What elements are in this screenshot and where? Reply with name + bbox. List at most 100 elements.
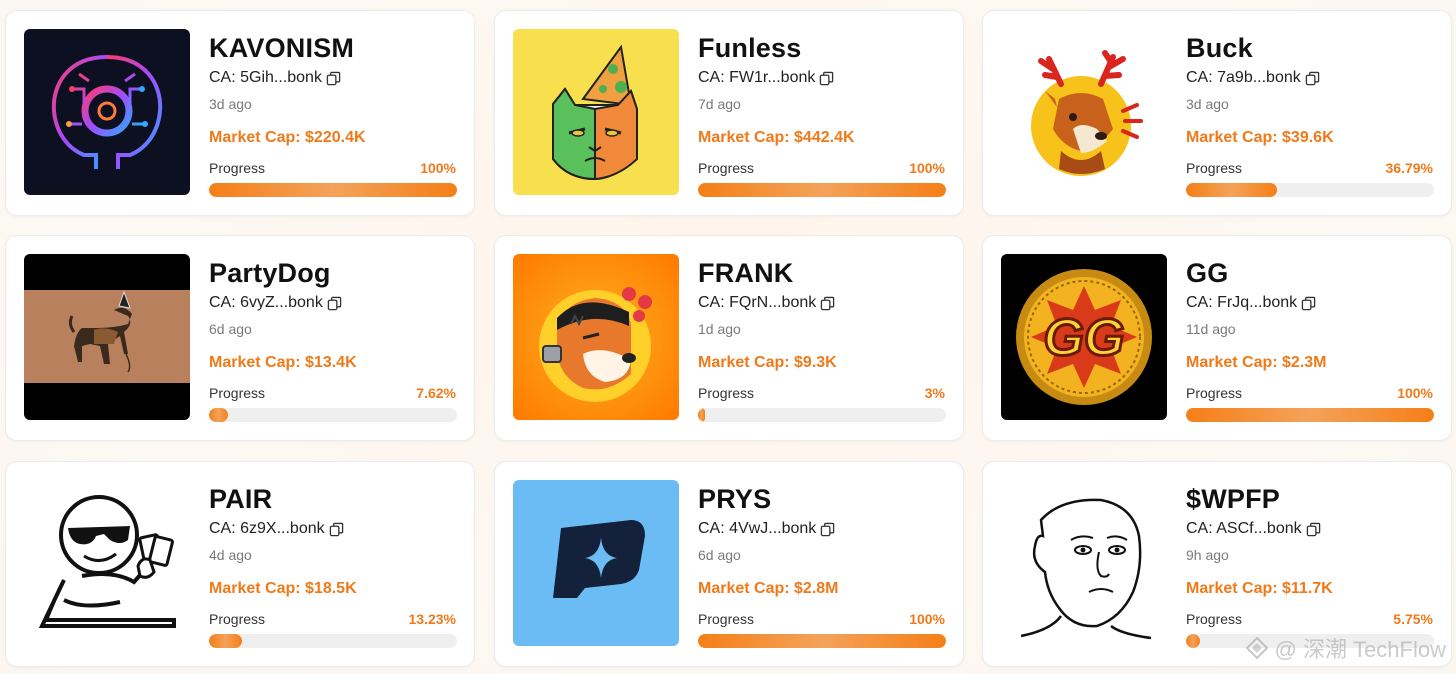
market-cap: Market Cap: $442.4K (698, 129, 855, 146)
progress-label: Progress (698, 385, 755, 401)
market-cap: Market Cap: $11.7K (1186, 580, 1333, 597)
token-age: 4d ago (209, 547, 252, 563)
token-card[interactable]: PartyDog CA: 6vyZ...bonk 6d ago Market C… (5, 235, 475, 441)
copy-icon[interactable] (820, 522, 835, 537)
progress-fill (209, 408, 228, 422)
progress-fill (1186, 634, 1201, 648)
token-card[interactable]: Buck CA: 7a9b...bonk 3d ago Market Cap: … (982, 10, 1452, 216)
copy-icon[interactable] (819, 71, 834, 86)
contract-address-text: CA: 4VwJ...bonk (698, 520, 817, 537)
contract-address: CA: FQrN...bonk (698, 294, 835, 312)
contract-address-text: CA: ASCf...bonk (1186, 520, 1302, 537)
contract-address: CA: 6z9X...bonk (209, 520, 344, 538)
token-grid: KAVONISM CA: 5Gih...bonk 3d ago Market C… (0, 0, 1456, 674)
token-age: 3d ago (209, 96, 252, 112)
token-card[interactable]: PAIR CA: 6z9X...bonk 4d ago Market Cap: … (5, 461, 475, 667)
copy-icon[interactable] (820, 296, 835, 311)
token-card[interactable]: PRYS CA: 4VwJ...bonk 6d ago Market Cap: … (494, 461, 964, 667)
progress-percent: 7.62% (416, 385, 456, 401)
token-name[interactable]: Funless (698, 33, 801, 64)
copy-icon[interactable] (329, 522, 344, 537)
frankenstein-dog-icon (513, 254, 679, 420)
progress-fill (1186, 183, 1278, 197)
progress-percent: 100% (420, 160, 456, 176)
progress-fill (209, 183, 457, 197)
contract-address-text: CA: FQrN...bonk (698, 294, 817, 311)
wojak-face-icon (1001, 480, 1167, 646)
token-age: 3d ago (1186, 96, 1229, 112)
copy-icon[interactable] (326, 71, 341, 86)
contract-address: CA: 7a9b...bonk (1186, 69, 1320, 87)
contract-address: CA: FW1r...bonk (698, 69, 834, 87)
market-cap: Market Cap: $2.3M (1186, 354, 1327, 371)
svg-text:GG: GG (1044, 309, 1125, 367)
market-cap: Market Cap: $13.4K (209, 354, 357, 371)
token-name[interactable]: GG (1186, 258, 1228, 289)
copy-icon[interactable] (1301, 296, 1316, 311)
contract-address-text: CA: FrJq...bonk (1186, 294, 1298, 311)
progress-label: Progress (1186, 385, 1243, 401)
token-card[interactable]: KAVONISM CA: 5Gih...bonk 3d ago Market C… (5, 10, 475, 216)
token-name[interactable]: PartyDog (209, 258, 331, 289)
token-name[interactable]: Buck (1186, 33, 1253, 64)
token-card[interactable]: Funless CA: FW1r...bonk 7d ago Market Ca… (494, 10, 964, 216)
contract-address: CA: 6vyZ...bonk (209, 294, 342, 312)
sunglasses-cards-guy-icon (24, 480, 190, 646)
market-cap: Market Cap: $39.6K (1186, 129, 1334, 146)
copy-icon[interactable] (1305, 71, 1320, 86)
progress-label: Progress (209, 160, 266, 176)
token-image[interactable] (24, 29, 190, 195)
token-image[interactable] (24, 480, 190, 646)
progress-label: Progress (698, 611, 755, 627)
token-image[interactable] (1001, 29, 1167, 195)
techflow-logo-icon (1245, 636, 1268, 660)
market-cap: Market Cap: $18.5K (209, 580, 357, 597)
watermark-text: @ 深潮 TechFlow (1274, 637, 1446, 662)
token-age: 1d ago (698, 321, 741, 337)
progress-bar (209, 634, 457, 648)
progress-fill (209, 634, 242, 648)
progress-label: Progress (1186, 160, 1243, 176)
token-image[interactable]: GG (1001, 254, 1167, 420)
token-image[interactable] (24, 254, 190, 420)
token-name[interactable]: $WPFP (1186, 484, 1280, 515)
progress-percent: 3% (924, 385, 945, 401)
watermark: @ 深潮 TechFlow (1245, 632, 1446, 664)
progress-bar (209, 183, 457, 197)
token-card[interactable]: GG GG CA: FrJq...bonk 11d ago Market Cap… (982, 235, 1452, 441)
progress-bar (1186, 183, 1434, 197)
token-image[interactable] (1001, 480, 1167, 646)
token-image[interactable] (513, 254, 679, 420)
market-cap: Market Cap: $2.8M (698, 580, 839, 597)
copy-icon[interactable] (327, 296, 342, 311)
token-age: 6d ago (698, 547, 741, 563)
token-name[interactable]: PRYS (698, 484, 771, 515)
progress-fill (1186, 408, 1434, 422)
market-cap: Market Cap: $220.4K (209, 129, 366, 146)
progress-fill (698, 408, 706, 422)
token-age: 11d ago (1186, 321, 1236, 337)
contract-address: CA: ASCf...bonk (1186, 520, 1321, 538)
token-age: 7d ago (698, 96, 741, 112)
token-card[interactable]: FRANK CA: FQrN...bonk 1d ago Market Cap:… (494, 235, 964, 441)
progress-fill (698, 634, 946, 648)
token-name[interactable]: KAVONISM (209, 33, 354, 64)
progress-percent: 13.23% (408, 611, 456, 627)
contract-address-text: CA: 6vyZ...bonk (209, 294, 323, 311)
contract-address-text: CA: 5Gih...bonk (209, 69, 322, 86)
grumpy-cat-party-hat-icon (513, 29, 679, 195)
token-image[interactable] (513, 29, 679, 195)
market-cap: Market Cap: $9.3K (698, 354, 837, 371)
token-age: 6d ago (209, 321, 252, 337)
token-image[interactable] (513, 480, 679, 646)
progress-fill (698, 183, 946, 197)
token-age: 9h ago (1186, 547, 1229, 563)
copy-icon[interactable] (1306, 522, 1321, 537)
progress-label: Progress (209, 611, 266, 627)
token-name[interactable]: FRANK (698, 258, 794, 289)
progress-label: Progress (698, 160, 755, 176)
progress-bar (698, 634, 946, 648)
token-name[interactable]: PAIR (209, 484, 272, 515)
progress-bar (209, 408, 457, 422)
progress-bar (698, 408, 946, 422)
